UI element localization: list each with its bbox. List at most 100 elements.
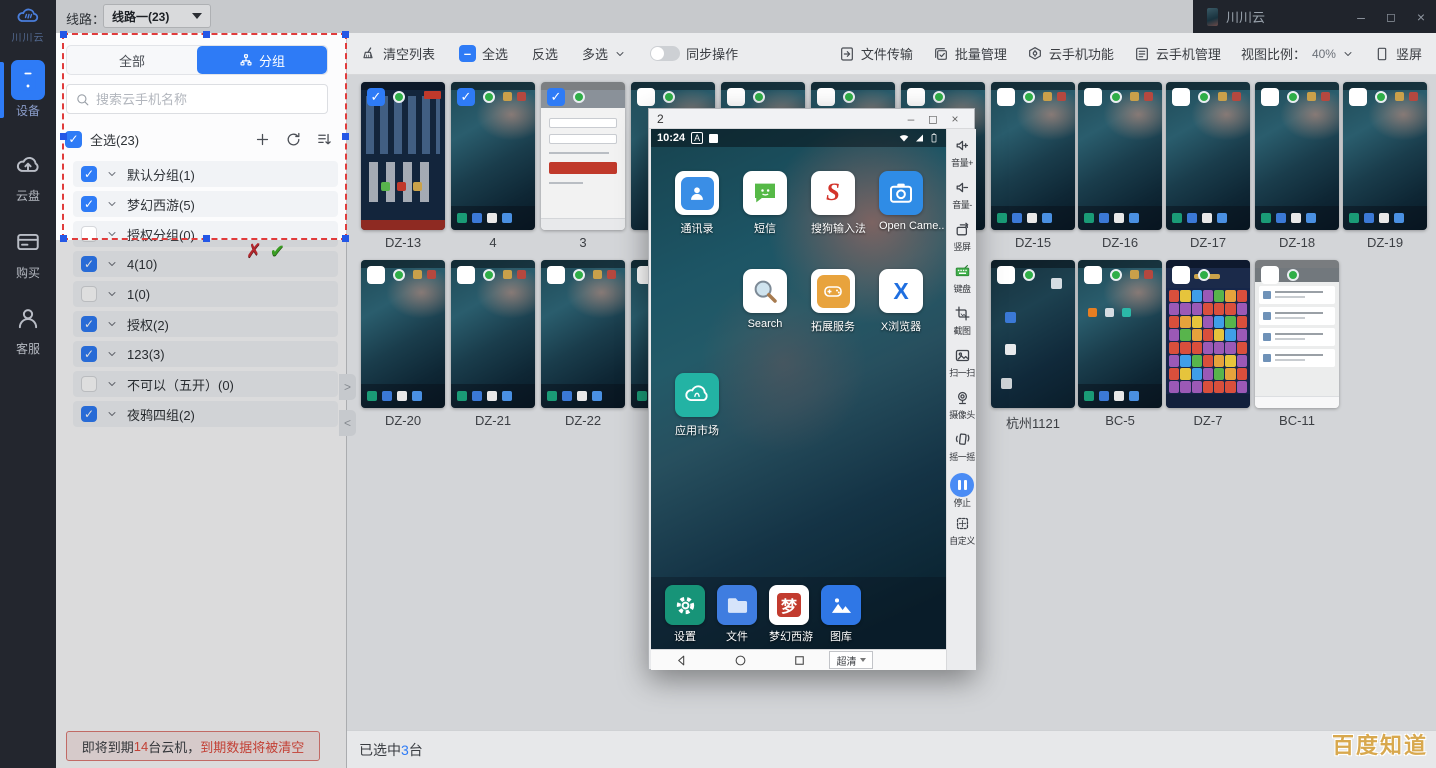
tab-all[interactable]: 全部 [67, 46, 197, 74]
group-row[interactable]: 授权分组(0) [73, 221, 338, 247]
tool-竖屏[interactable]: 竖屏 [947, 221, 977, 252]
tool-停止[interactable]: 停止 [947, 473, 977, 508]
sidebar-item-购买[interactable]: 购买 [0, 222, 56, 281]
phone-cell-DZ-19[interactable]: DZ-19 [1343, 82, 1427, 250]
phone-cell-DZ-20[interactable]: DZ-20 [361, 260, 445, 428]
thumb-checkbox[interactable] [997, 266, 1015, 284]
nav-back-button[interactable] [674, 653, 689, 668]
phone-thumbnail[interactable] [1255, 82, 1339, 230]
sidebar-item-云盘[interactable]: 云盘 [0, 145, 56, 204]
phone-cell-DZ-21[interactable]: DZ-21 [451, 260, 535, 428]
nav-recents-button[interactable] [792, 653, 807, 668]
dock-app-folder[interactable]: 文件 [717, 585, 757, 644]
group-checkbox[interactable]: ✓ [81, 316, 97, 332]
cloud-phone-functions-button[interactable]: 云手机功能 [1027, 44, 1114, 63]
phone-thumbnail[interactable] [541, 260, 625, 408]
thumb-checkbox[interactable] [367, 266, 385, 284]
tab-group[interactable]: 分组 [197, 46, 327, 74]
phone-cell-3[interactable]: ✓3 [541, 82, 625, 250]
sort-list-icon[interactable] [316, 131, 333, 148]
thumb-checkbox[interactable] [1261, 88, 1279, 106]
batch-manage-button[interactable]: 批量管理 [933, 44, 1007, 63]
resize-handle[interactable] [60, 133, 67, 140]
phone-cell-DZ-17[interactable]: DZ-17 [1166, 82, 1250, 250]
phone-cell-BC-11[interactable]: BC-11 [1255, 260, 1339, 428]
phone-minimize-button[interactable]: – [900, 112, 922, 126]
nav-home-button[interactable] [733, 653, 748, 668]
phone-thumbnail[interactable] [1255, 260, 1339, 408]
thumb-checkbox[interactable] [1172, 266, 1190, 284]
phone-thumbnail[interactable] [1166, 82, 1250, 230]
dock-app-mhxy[interactable]: 梦梦幻西游 [769, 585, 809, 644]
resize-handle[interactable] [342, 31, 349, 38]
select-all-checkbox[interactable]: ✓ [65, 131, 82, 148]
minimize-button[interactable]: – [1346, 9, 1376, 25]
phone-thumbnail[interactable]: ✓ [361, 82, 445, 230]
select-all-toolbar[interactable]: – 全选 [459, 44, 508, 63]
tool-截图[interactable]: 截图 [947, 305, 977, 336]
phone-thumbnail[interactable] [1166, 260, 1250, 408]
app-xbrowser[interactable]: XX浏览器 [879, 269, 923, 334]
phone-thumbnail[interactable] [1078, 260, 1162, 408]
resize-handle[interactable] [342, 133, 349, 140]
add-group-icon[interactable] [254, 131, 271, 148]
dock-app-gallery[interactable]: 图库 [821, 585, 861, 644]
line-select-dropdown[interactable]: 线路一(23) [103, 4, 211, 28]
phone-cell-DZ-13[interactable]: ✓DZ-13 [361, 82, 445, 250]
phone-cell-杭州1121[interactable]: 杭州1121 [991, 260, 1075, 432]
clear-list-button[interactable]: 清空列表 [361, 44, 435, 63]
phone-thumbnail[interactable] [1343, 82, 1427, 230]
tool-键盘[interactable]: 键盘 [947, 263, 977, 294]
sidebar-item-客服[interactable]: 客服 [0, 298, 56, 357]
thumb-checkbox[interactable] [1172, 88, 1190, 106]
phone-close-button[interactable]: × [944, 112, 966, 126]
group-row[interactable]: ✓夜鸦四组(2) [73, 401, 338, 427]
phone-cell-BC-5[interactable]: BC-5 [1078, 260, 1162, 428]
invert-selection-button[interactable]: 反选 [532, 44, 558, 63]
portrait-button[interactable]: 竖屏 [1374, 44, 1422, 63]
phone-thumbnail[interactable]: ✓ [451, 82, 535, 230]
group-row[interactable]: 不可以（五开）(0) [73, 371, 338, 397]
app-opencam[interactable]: Open Came.. [879, 171, 923, 232]
app-market[interactable]: 应用市场 [675, 373, 719, 438]
close-button[interactable]: × [1406, 9, 1436, 25]
tool-音量-[interactable]: 音量- [947, 179, 977, 210]
phone-window-titlebar[interactable]: 2 – ◻ × [649, 109, 974, 129]
thumb-checkbox[interactable] [547, 266, 565, 284]
phone-thumbnail[interactable] [991, 260, 1075, 408]
thumb-checkbox[interactable] [1084, 266, 1102, 284]
phone-thumbnail[interactable] [991, 82, 1075, 230]
view-zoom-dropdown[interactable]: 视图比例： 40% [1241, 44, 1354, 63]
group-row[interactable]: ✓4(10) [73, 251, 338, 277]
select-all-indeterminate-checkbox[interactable]: – [459, 45, 476, 62]
thumb-checkbox[interactable]: ✓ [367, 88, 385, 106]
group-row[interactable]: ✓梦幻西游(5) [73, 191, 338, 217]
phone-cell-DZ-15[interactable]: DZ-15 [991, 82, 1075, 250]
group-checkbox[interactable]: ✓ [81, 346, 97, 362]
phone-thumbnail[interactable] [361, 260, 445, 408]
resize-handle[interactable] [342, 235, 349, 242]
thumb-checkbox[interactable] [727, 88, 745, 106]
app-message[interactable]: 短信 [743, 171, 787, 236]
capture-confirm-icon[interactable]: ✔ [270, 241, 285, 262]
toggle-off-switch[interactable] [650, 46, 680, 61]
cloud-phone-manage-button[interactable]: 云手机管理 [1134, 44, 1221, 63]
file-transfer-button[interactable]: 文件传输 [839, 44, 913, 63]
thumb-checkbox[interactable] [637, 88, 655, 106]
group-checkbox[interactable]: ✓ [81, 406, 97, 422]
thumb-checkbox[interactable] [1349, 88, 1367, 106]
phone-cell-DZ-22[interactable]: DZ-22 [541, 260, 625, 428]
group-checkbox[interactable]: ✓ [81, 256, 97, 272]
resize-handle[interactable] [203, 31, 210, 38]
phone-thumbnail[interactable]: ✓ [541, 82, 625, 230]
phone-screen[interactable]: 10:24 A 通讯录短信S搜狗输入法Open Came..Search拓展服务… [651, 129, 946, 649]
app-extend[interactable]: 拓展服务 [811, 269, 855, 334]
phone-cell-DZ-7[interactable]: DZ-7 [1166, 260, 1250, 428]
phone-thumbnail[interactable] [451, 260, 535, 408]
refresh-icon[interactable] [285, 131, 302, 148]
resize-handle[interactable] [60, 235, 67, 242]
app-contact[interactable]: 通讯录 [675, 171, 719, 236]
thumb-checkbox[interactable] [997, 88, 1015, 106]
group-checkbox[interactable] [81, 376, 97, 392]
tool-扫一扫[interactable]: 扫一扫 [947, 347, 977, 378]
